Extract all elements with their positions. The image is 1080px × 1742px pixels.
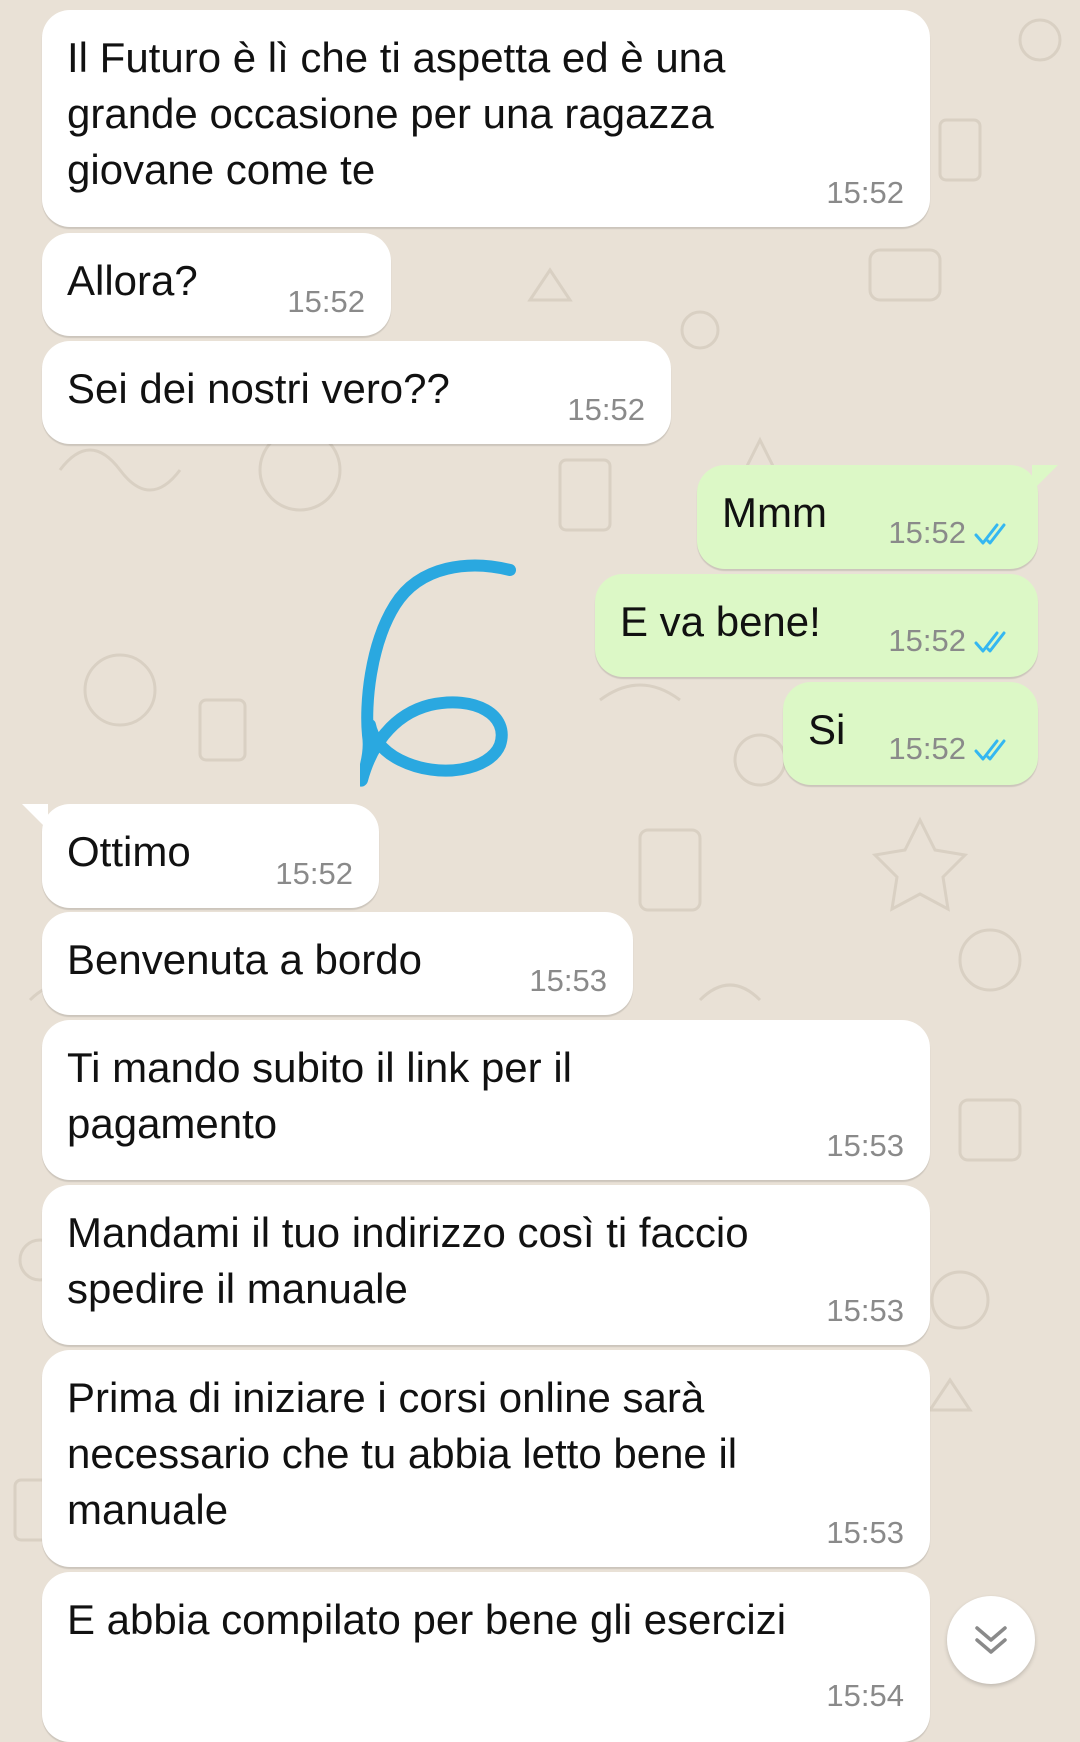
message-bubble-incoming[interactable]: Allora? 15:52 [42, 233, 391, 336]
message-text: E abbia compilato per bene gli esercizi [67, 1596, 787, 1643]
message-time: 15:53 [826, 1515, 904, 1550]
double-chevron-down-icon [975, 1626, 1007, 1654]
message-time: 15:53 [826, 1293, 904, 1328]
double-check-icon [974, 631, 1006, 653]
message-bubble-incoming[interactable]: Sei dei nostri vero?? 15:52 [42, 341, 671, 444]
message-bubble-incoming[interactable]: E abbia compilato per bene gli esercizi … [42, 1572, 930, 1742]
message-bubble-incoming[interactable]: Il Futuro è lì che ti aspetta ed è una g… [42, 10, 930, 227]
message-bubble-outgoing[interactable]: Si 15:52 [783, 682, 1038, 785]
message-text: Benvenuta a bordo [67, 936, 422, 983]
scroll-to-bottom-button[interactable] [947, 1596, 1035, 1684]
message-time: 15:52 [287, 284, 365, 319]
message-time: 15:53 [529, 963, 607, 998]
message-bubble-incoming[interactable]: Benvenuta a bordo 15:53 [42, 912, 633, 1015]
message-bubble-incoming[interactable]: Ottimo 15:52 [22, 804, 379, 908]
message-text: E va bene! [620, 598, 821, 645]
message-text: Ti mando subito il link per il pagamento [67, 1044, 572, 1147]
double-check-icon [974, 739, 1006, 761]
message-text: Ottimo [67, 828, 191, 875]
message-text: Prima di iniziare i corsi online sarà ne… [67, 1374, 738, 1533]
message-text: Allora? [67, 257, 198, 304]
message-text: Mandami il tuo indirizzo così ti faccio … [67, 1209, 749, 1312]
message-time: 15:52 [275, 856, 353, 891]
message-time: 15:52 [888, 731, 966, 766]
double-check-icon [974, 523, 1006, 545]
message-time: 15:54 [826, 1678, 904, 1713]
message-text: Si [808, 706, 846, 753]
message-text: Mmm [722, 489, 827, 536]
hand-drawn-annotation [360, 559, 516, 787]
message-time: 15:53 [826, 1128, 904, 1163]
bubble-tail [1032, 465, 1058, 491]
message-bubble-outgoing[interactable]: Mmm 15:52 [697, 465, 1058, 569]
message-bubble-incoming[interactable]: Ti mando subito il link per il pagamento… [42, 1020, 930, 1180]
bubble-tail [22, 804, 48, 830]
message-text: Sei dei nostri vero?? [67, 365, 450, 412]
message-bubble-outgoing[interactable]: E va bene! 15:52 [595, 574, 1038, 677]
message-time: 15:52 [567, 392, 645, 427]
message-bubble-incoming[interactable]: Prima di iniziare i corsi online sarà ne… [42, 1350, 930, 1567]
message-time: 15:52 [826, 175, 904, 210]
message-text: Il Futuro è lì che ti aspetta ed è una g… [67, 34, 726, 193]
message-time: 15:52 [888, 623, 966, 658]
message-time: 15:52 [888, 515, 966, 550]
message-bubble-incoming[interactable]: Mandami il tuo indirizzo così ti faccio … [42, 1185, 930, 1345]
